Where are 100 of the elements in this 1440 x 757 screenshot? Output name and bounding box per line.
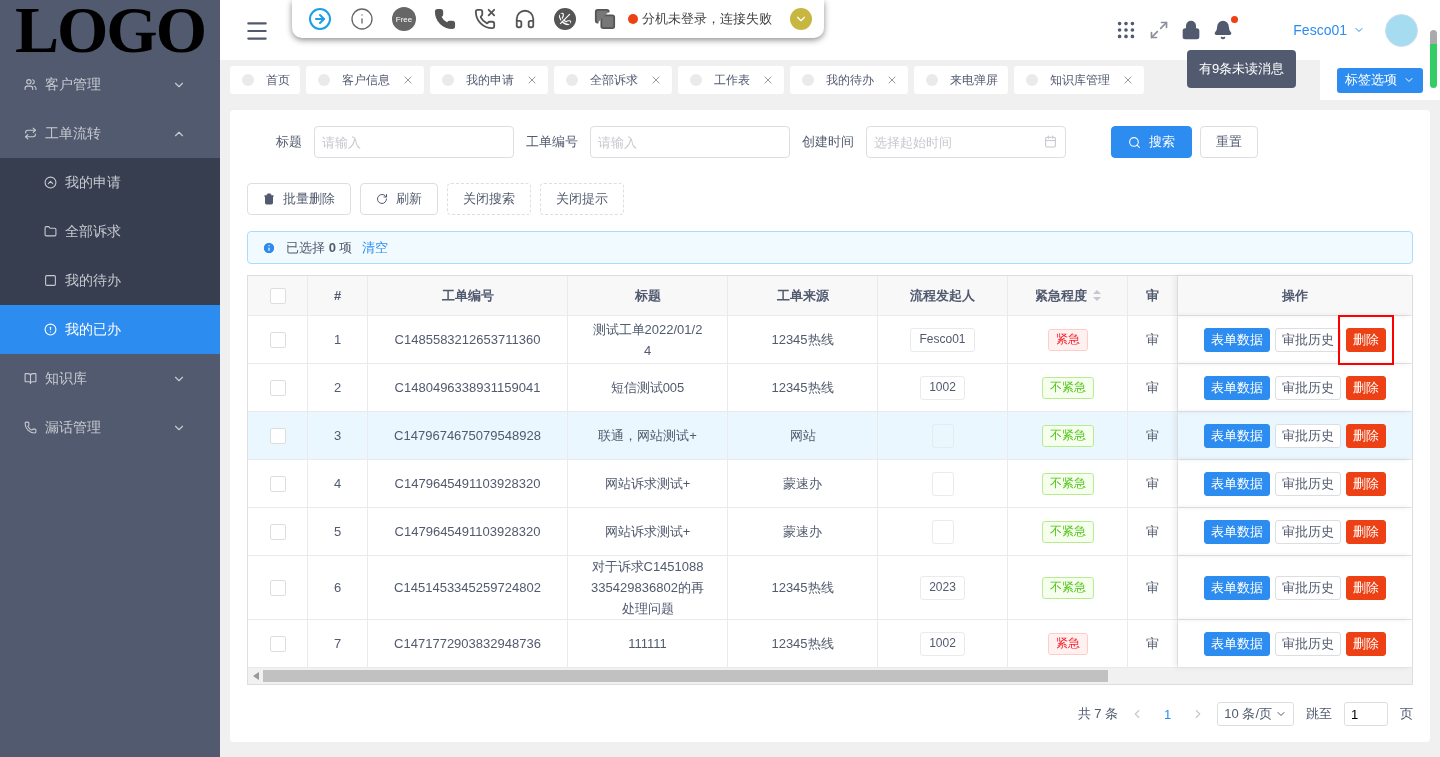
sidebar-item[interactable]: 知识库 (0, 354, 220, 403)
close-icon[interactable] (526, 74, 538, 86)
tab[interactable]: 首页 (230, 66, 300, 94)
history-button[interactable]: 审批历史 (1275, 519, 1341, 544)
reset-button[interactable]: 重置 (1200, 126, 1258, 158)
book-icon (24, 372, 37, 385)
column-header: 标题 (568, 276, 728, 315)
checkbox[interactable] (269, 427, 286, 444)
history-button[interactable]: 审批历史 (1275, 471, 1341, 496)
history-button[interactable]: 审批历史 (1275, 631, 1341, 656)
history-button[interactable]: 审批历史 (1275, 375, 1341, 400)
free-icon[interactable]: Free (392, 7, 416, 31)
delete-button[interactable]: 删除 (1346, 375, 1386, 400)
hang-up-icon[interactable] (554, 8, 576, 30)
sidebar-subitem[interactable]: 全部诉求 (0, 207, 220, 256)
table-cell: C1479674675079548928 (368, 412, 568, 459)
history-button[interactable]: 审批历史 (1275, 327, 1341, 352)
selection-text: 已选择 0 项 (286, 238, 353, 257)
scroll-left-icon[interactable] (253, 672, 259, 680)
column-header: 工单编号 (368, 276, 568, 315)
column-header: # (308, 276, 368, 315)
sidebar-item[interactable]: 工单流转 (0, 109, 220, 158)
close-icon[interactable] (886, 74, 898, 86)
table-cell: 5 (308, 508, 368, 555)
toolbar-button[interactable]: 关闭提示 (540, 183, 624, 215)
table-cell: 短信测试005 (568, 364, 728, 411)
alert-icon (44, 323, 57, 336)
sidebar-subitem[interactable]: 我的申请 (0, 158, 220, 207)
table-cell: 对于诉求C1451088335429836802的再处理问题 (568, 556, 728, 619)
phone-icon (24, 421, 37, 434)
column-header: 操作 (1178, 276, 1412, 315)
table-cell: 审 (1128, 620, 1178, 667)
delete-button[interactable]: 删除 (1346, 575, 1386, 600)
trash-icon (263, 193, 275, 205)
initiator-tag: Fesco01 (910, 327, 975, 352)
checkbox[interactable] (269, 523, 286, 540)
checkbox[interactable] (269, 635, 286, 652)
swap-icon (24, 127, 37, 140)
tab[interactable]: 工作表 (678, 66, 784, 94)
tab[interactable]: 客户信息 (306, 66, 424, 94)
phone-transfer-icon[interactable] (474, 8, 496, 30)
toolbar-button[interactable]: 刷新 (360, 183, 438, 215)
urgency-tag: 不紧急 (1041, 376, 1094, 399)
table-cell: 12345热线 (728, 620, 878, 667)
sort-icon[interactable] (1092, 290, 1101, 301)
search-icon (1128, 135, 1141, 149)
page-input[interactable]: 1 (1344, 702, 1388, 726)
close-icon[interactable] (402, 74, 414, 86)
fullscreen-icon[interactable] (1149, 20, 1170, 40)
logo: LOGO (13, 0, 206, 60)
user-menu[interactable]: Fesco01 (1293, 22, 1365, 38)
arrow-circle-icon[interactable] (308, 7, 332, 31)
table-cell: 7 (308, 620, 368, 667)
horizontal-scrollbar[interactable] (248, 668, 1412, 685)
table-cell: 审 (1128, 508, 1178, 555)
table-cell: 审 (1128, 556, 1178, 619)
toolbar-button[interactable]: 批量删除 (247, 183, 351, 215)
table-cell: 网站诉求测试+ (568, 508, 728, 555)
sidebar-item[interactable]: 客户管理 (0, 60, 220, 109)
close-icon[interactable] (762, 74, 774, 86)
headset-icon[interactable] (514, 8, 536, 30)
delete-button[interactable]: 删除 (1346, 471, 1386, 496)
jump-label: 跳至 (1306, 705, 1332, 723)
history-button[interactable]: 审批历史 (1275, 575, 1341, 600)
info-icon[interactable] (350, 7, 374, 31)
column-header: 紧急程度 (1008, 276, 1128, 315)
delete-button[interactable]: 删除 (1346, 631, 1386, 656)
checkbox[interactable] (269, 331, 286, 348)
checkbox[interactable] (269, 287, 286, 304)
close-icon[interactable] (650, 74, 662, 86)
lock-icon[interactable] (1181, 20, 1202, 40)
phone-status: 分机未登录，连接失败 (642, 10, 772, 28)
copy-icon[interactable] (594, 8, 616, 30)
tab[interactable]: 知识库管理 (1014, 66, 1144, 94)
table-cell: 联通，网站测试+ (568, 412, 728, 459)
table-cell: 网站诉求测试+ (568, 460, 728, 507)
table-cell: 2 (308, 364, 368, 411)
tab[interactable]: 我的待办 (790, 66, 908, 94)
delete-button[interactable]: 删除 (1346, 423, 1386, 448)
tab[interactable]: 我的申请 (430, 66, 548, 94)
delete-button[interactable]: 删除 (1346, 519, 1386, 544)
history-button[interactable]: 审批历史 (1275, 423, 1341, 448)
close-icon[interactable] (1122, 74, 1134, 86)
page-size-select[interactable]: 10 条/页 (1217, 702, 1294, 726)
table-cell: 测试工单2022/01/24 (568, 316, 728, 363)
table-cell: 12345热线 (728, 556, 878, 619)
sidebar-item[interactable]: 漏话管理 (0, 403, 220, 452)
table-cell: 1 (308, 316, 368, 363)
notification-tooltip: 有9条未读消息 (1187, 50, 1297, 88)
tab[interactable]: 来电弹屏 (914, 66, 1008, 94)
sidebar-subitem[interactable]: 我的待办 (0, 256, 220, 305)
checkbox[interactable] (269, 475, 286, 492)
checkbox[interactable] (269, 379, 286, 396)
checkbox[interactable] (269, 579, 286, 596)
toolbar-button[interactable]: 关闭搜索 (447, 183, 531, 215)
tab[interactable]: 全部诉求 (554, 66, 672, 94)
table-cell: 蒙速办 (728, 460, 878, 507)
delete-button[interactable]: 删除 (1346, 327, 1386, 352)
expand-button[interactable] (790, 8, 812, 30)
phone-icon[interactable] (434, 8, 456, 30)
